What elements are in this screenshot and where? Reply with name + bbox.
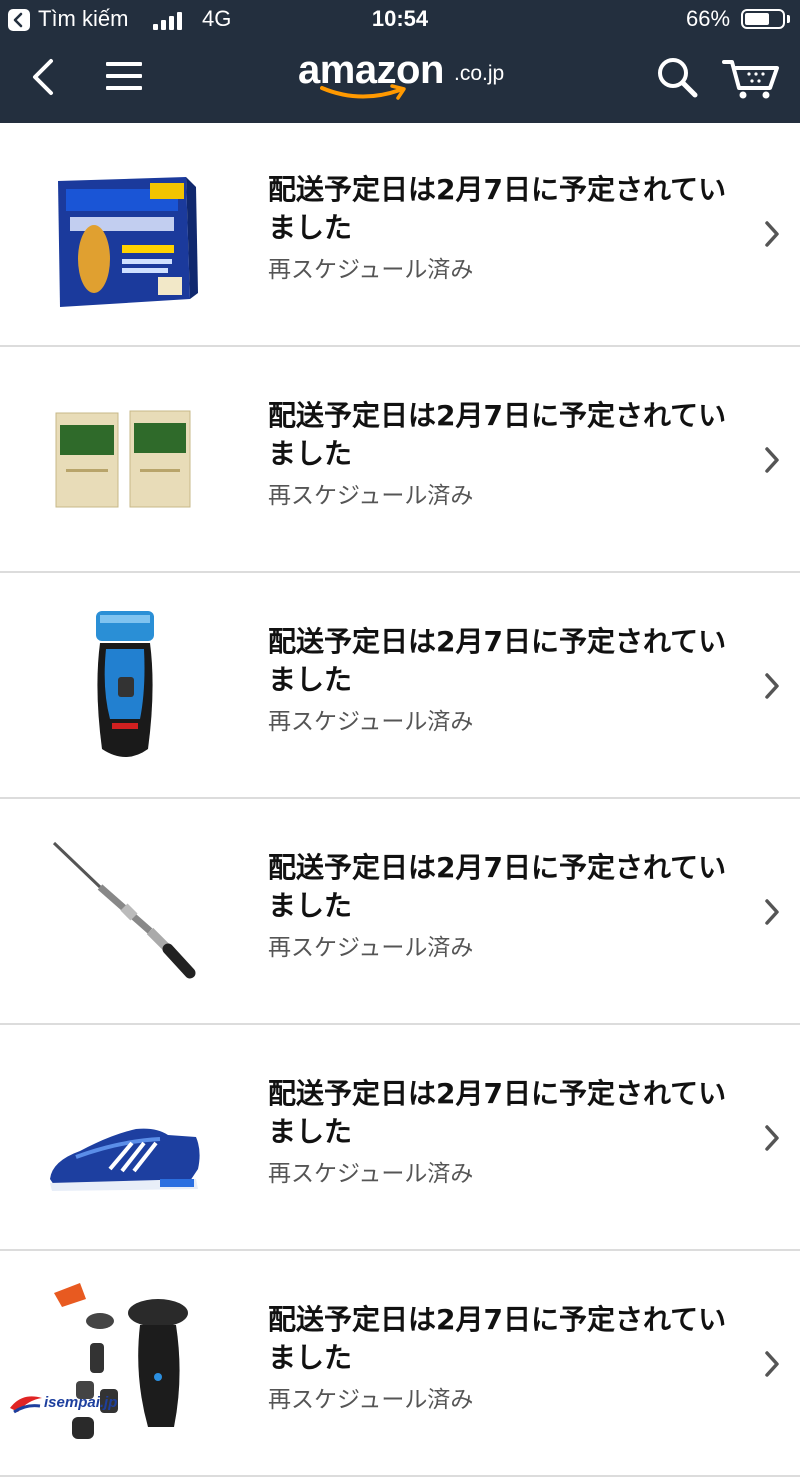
battery-icon bbox=[741, 9, 785, 29]
back-icon[interactable] bbox=[30, 58, 56, 96]
delivery-title: 配送予定日は2月7日に予定されていました bbox=[268, 399, 727, 470]
product-thumbnail-shaver-kit bbox=[40, 1277, 216, 1453]
amazon-logo[interactable]: amazon .co.jp bbox=[296, 46, 510, 106]
chevron-right-icon bbox=[760, 219, 784, 249]
delivery-status: 再スケジュール済み bbox=[268, 1161, 474, 1187]
status-bar: Tìm kiếm 4G 10:54 66% bbox=[0, 0, 800, 40]
delivery-title: 配送予定日は2月7日に予定されていました bbox=[268, 625, 727, 696]
delivery-status: 再スケジュール済み bbox=[268, 1387, 474, 1413]
product-thumbnail-fishing-rod bbox=[40, 825, 216, 1001]
top-bar: Tìm kiếm 4G 10:54 66% amazon .co.jp bbox=[0, 0, 800, 123]
chevron-right-icon bbox=[760, 445, 784, 475]
back-to-app-icon[interactable] bbox=[8, 9, 30, 31]
status-time: 10:54 bbox=[371, 6, 429, 31]
watermark-text: isempai.jp bbox=[44, 1394, 118, 1411]
product-thumbnail-shaver bbox=[40, 599, 216, 775]
order-row[interactable]: 配送予定日は2月7日に予定されていました 再スケジュール済み bbox=[0, 801, 800, 1025]
order-row[interactable]: 配送予定日は2月7日に予定されていました 再スケジュール済み bbox=[0, 123, 800, 347]
product-thumbnail-spirulina bbox=[40, 373, 216, 549]
delivery-title: 配送予定日は2月7日に予定されていました bbox=[268, 851, 727, 922]
menu-icon[interactable] bbox=[106, 60, 142, 92]
chevron-right-icon bbox=[760, 671, 784, 701]
delivery-status: 再スケジュール済み bbox=[268, 935, 474, 961]
cart-icon[interactable] bbox=[722, 56, 780, 100]
logo-domain: .co.jp bbox=[454, 62, 505, 85]
delivery-status: 再スケジュール済み bbox=[268, 257, 474, 283]
product-thumbnail-sneaker bbox=[40, 1051, 216, 1227]
chevron-right-icon bbox=[760, 897, 784, 927]
delivery-status: 再スケジュール済み bbox=[268, 709, 474, 735]
watermark: isempai.jp bbox=[8, 1388, 128, 1418]
back-to-app-label[interactable]: Tìm kiếm bbox=[38, 6, 128, 32]
order-row[interactable]: 配送予定日は2月7日に予定されていました 再スケジュール済み bbox=[0, 349, 800, 573]
order-row[interactable]: 配送予定日は2月7日に予定されていました 再スケジュール済み bbox=[0, 575, 800, 799]
search-icon[interactable] bbox=[656, 56, 698, 98]
battery-percent: 66% bbox=[686, 6, 731, 31]
amazon-smile-icon bbox=[320, 84, 406, 100]
delivery-title: 配送予定日は2月7日に予定されていました bbox=[268, 173, 727, 244]
chevron-right-icon bbox=[760, 1349, 784, 1379]
network-type: 4G bbox=[202, 6, 232, 31]
chevron-right-icon bbox=[760, 1123, 784, 1153]
product-thumbnail-glucosamine bbox=[40, 147, 216, 323]
signal-strength-icon bbox=[153, 12, 185, 30]
order-row[interactable]: 配送予定日は2月7日に予定されていました 再スケジュール済み bbox=[0, 1027, 800, 1251]
watermark-logo-icon bbox=[10, 1396, 42, 1414]
delivery-title: 配送予定日は2月7日に予定されていました bbox=[268, 1077, 727, 1148]
order-row[interactable]: 配送予定日は2月7日に予定されていました 再スケジュール済み bbox=[0, 1253, 800, 1477]
delivery-status: 再スケジュール済み bbox=[268, 483, 474, 509]
battery-cap bbox=[787, 15, 790, 23]
battery-level-fill bbox=[745, 13, 769, 25]
delivery-title: 配送予定日は2月7日に予定されていました bbox=[268, 1303, 727, 1374]
